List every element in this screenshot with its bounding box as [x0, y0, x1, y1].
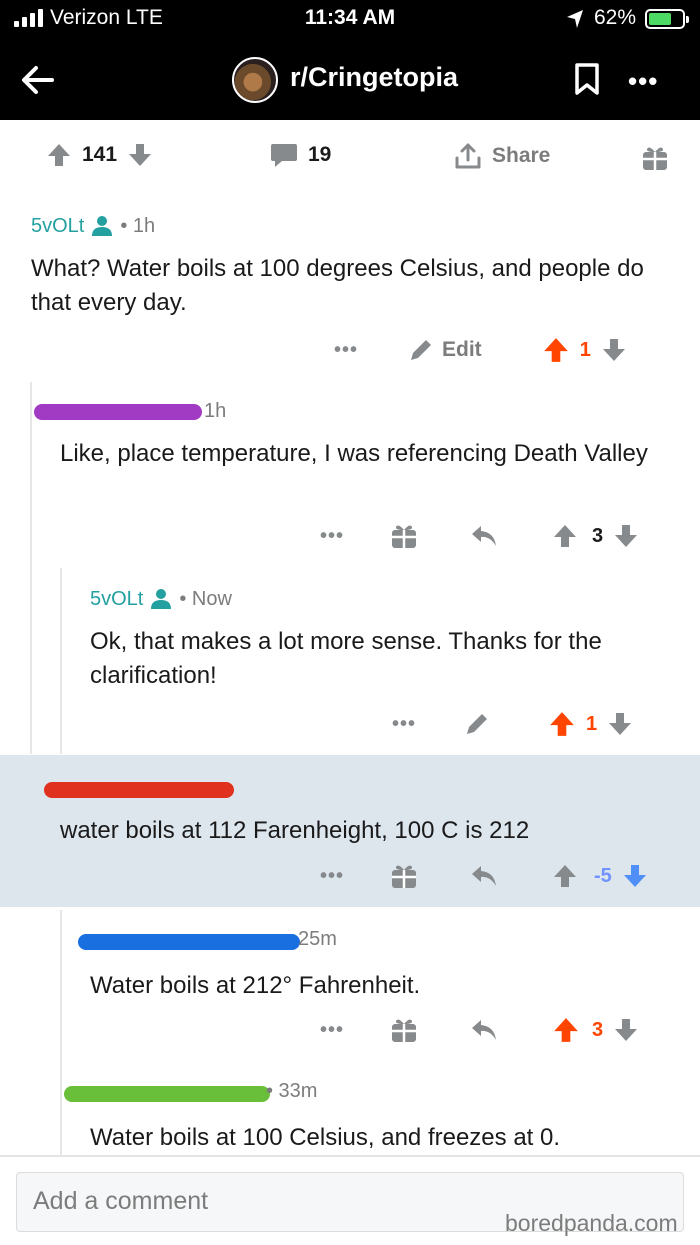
- downvote-icon[interactable]: [613, 1017, 639, 1043]
- comment-body: Water boils at 100 Celsius, and freezes …: [90, 1124, 561, 1151]
- comment-score: 3: [592, 1018, 604, 1041]
- more-options-icon[interactable]: •••: [392, 713, 416, 736]
- thread-line: [60, 910, 62, 1155]
- comment-meta: 25m: [90, 928, 680, 951]
- comment-score: 1: [586, 712, 598, 735]
- back-arrow-icon[interactable]: [18, 60, 58, 100]
- share-button[interactable]: Share: [454, 142, 550, 170]
- thread-line: [30, 382, 32, 754]
- pencil-icon: [408, 337, 434, 363]
- comment-body: water boils at 112 Farenheight, 100 C is…: [60, 817, 530, 844]
- gift-icon[interactable]: [390, 1016, 418, 1044]
- comment-actions: ••• 1: [392, 710, 633, 738]
- comment-actions: ••• Edit 1: [334, 336, 627, 364]
- op-user-icon: [149, 587, 173, 611]
- comment: 5vOLt • Now Ok, that makes a lot more se…: [90, 587, 680, 693]
- watermark: boredpanda.com: [505, 1210, 678, 1236]
- reply-icon[interactable]: [470, 864, 498, 888]
- comment-meta: 1h: [60, 400, 680, 423]
- more-options-icon[interactable]: •••: [320, 865, 344, 888]
- comment-body: What? Water boils at 100 degrees Celsius…: [31, 255, 644, 316]
- downvote-icon[interactable]: [622, 863, 648, 889]
- share-label: Share: [492, 144, 551, 167]
- bookmark-icon[interactable]: [573, 62, 601, 96]
- gift-icon[interactable]: [390, 522, 418, 550]
- comment-count: 19: [308, 143, 332, 166]
- downvote-icon[interactable]: [127, 142, 153, 168]
- thread-line: [60, 568, 62, 754]
- more-options-icon[interactable]: •••: [334, 339, 358, 362]
- comment-time: 1h: [204, 400, 227, 422]
- post-vote: 141: [46, 142, 153, 168]
- edit-label: Edit: [442, 338, 482, 361]
- redaction-mark: [44, 782, 234, 798]
- comments-button[interactable]: 19: [270, 142, 331, 168]
- comment-body: Like, place temperature, I was referenci…: [60, 440, 648, 467]
- post-actions: 141 19 Share: [0, 120, 700, 192]
- comment-actions: ••• -5: [320, 862, 648, 890]
- more-options-icon[interactable]: •••: [320, 1019, 344, 1042]
- comment-time: • 33m: [266, 1080, 318, 1102]
- comment: water boils at 112 Farenheight, 100 C is…: [60, 814, 680, 848]
- post-score: 141: [82, 143, 118, 166]
- downvote-icon[interactable]: [607, 711, 633, 737]
- comment: 25m Water boils at 212° Fahrenheit.: [90, 928, 680, 1003]
- comment-body: Water boils at 212° Fahrenheit.: [90, 972, 421, 999]
- upvote-icon[interactable]: [552, 1016, 580, 1044]
- comment: 1h Like, place temperature, I was refere…: [60, 400, 680, 471]
- comment-icon: [270, 142, 298, 168]
- share-icon: [454, 142, 482, 170]
- comment-score: 3: [592, 524, 604, 547]
- upvote-icon[interactable]: [548, 710, 576, 738]
- battery-percent: 62%: [594, 6, 637, 29]
- op-user-icon: [90, 214, 114, 238]
- comment-time: 25m: [298, 928, 337, 950]
- comment-time: • Now: [179, 587, 232, 610]
- comment-meta: 5vOLt • 1h: [31, 214, 671, 238]
- more-options-icon[interactable]: •••: [320, 525, 344, 548]
- pencil-icon[interactable]: [464, 711, 490, 737]
- reply-icon[interactable]: [470, 524, 498, 548]
- battery-icon: [645, 9, 689, 29]
- more-icon[interactable]: •••: [628, 66, 658, 97]
- downvote-icon[interactable]: [613, 523, 639, 549]
- comment-body: Ok, that makes a lot more sense. Thanks …: [90, 628, 602, 689]
- comment-meta: • 33m: [90, 1080, 680, 1103]
- gift-icon: [641, 144, 669, 172]
- downvote-icon[interactable]: [601, 337, 627, 363]
- subreddit-name[interactable]: r/Cringetopia: [290, 62, 458, 93]
- subreddit-avatar[interactable]: [232, 57, 278, 103]
- username[interactable]: 5vOLt: [31, 215, 84, 238]
- comment-actions: ••• 3: [320, 1016, 639, 1044]
- comment-meta: 5vOLt • Now: [90, 587, 680, 611]
- edit-button[interactable]: Edit: [408, 337, 482, 363]
- username[interactable]: 5vOLt: [90, 588, 143, 611]
- upvote-icon[interactable]: [552, 523, 578, 549]
- award-button[interactable]: [641, 144, 669, 172]
- status-bar: Verizon LTE 11:34 AM 62%: [0, 0, 700, 40]
- gift-icon[interactable]: [390, 862, 418, 890]
- comment-score: -5: [594, 864, 612, 887]
- comment-actions: ••• 3: [320, 522, 639, 550]
- nav-bar: r/Cringetopia •••: [0, 40, 700, 120]
- upvote-icon[interactable]: [552, 863, 578, 889]
- comment-time: • 1h: [120, 214, 156, 237]
- comment: 5vOLt • 1h What? Water boils at 100 degr…: [31, 214, 671, 320]
- comment-score: 1: [579, 338, 591, 361]
- upvote-icon[interactable]: [46, 142, 72, 168]
- comment: • 33m Water boils at 100 Celsius, and fr…: [90, 1080, 680, 1155]
- location-icon: [566, 9, 584, 29]
- reply-icon[interactable]: [470, 1018, 498, 1042]
- upvote-icon[interactable]: [542, 336, 570, 364]
- divider: [0, 1155, 700, 1157]
